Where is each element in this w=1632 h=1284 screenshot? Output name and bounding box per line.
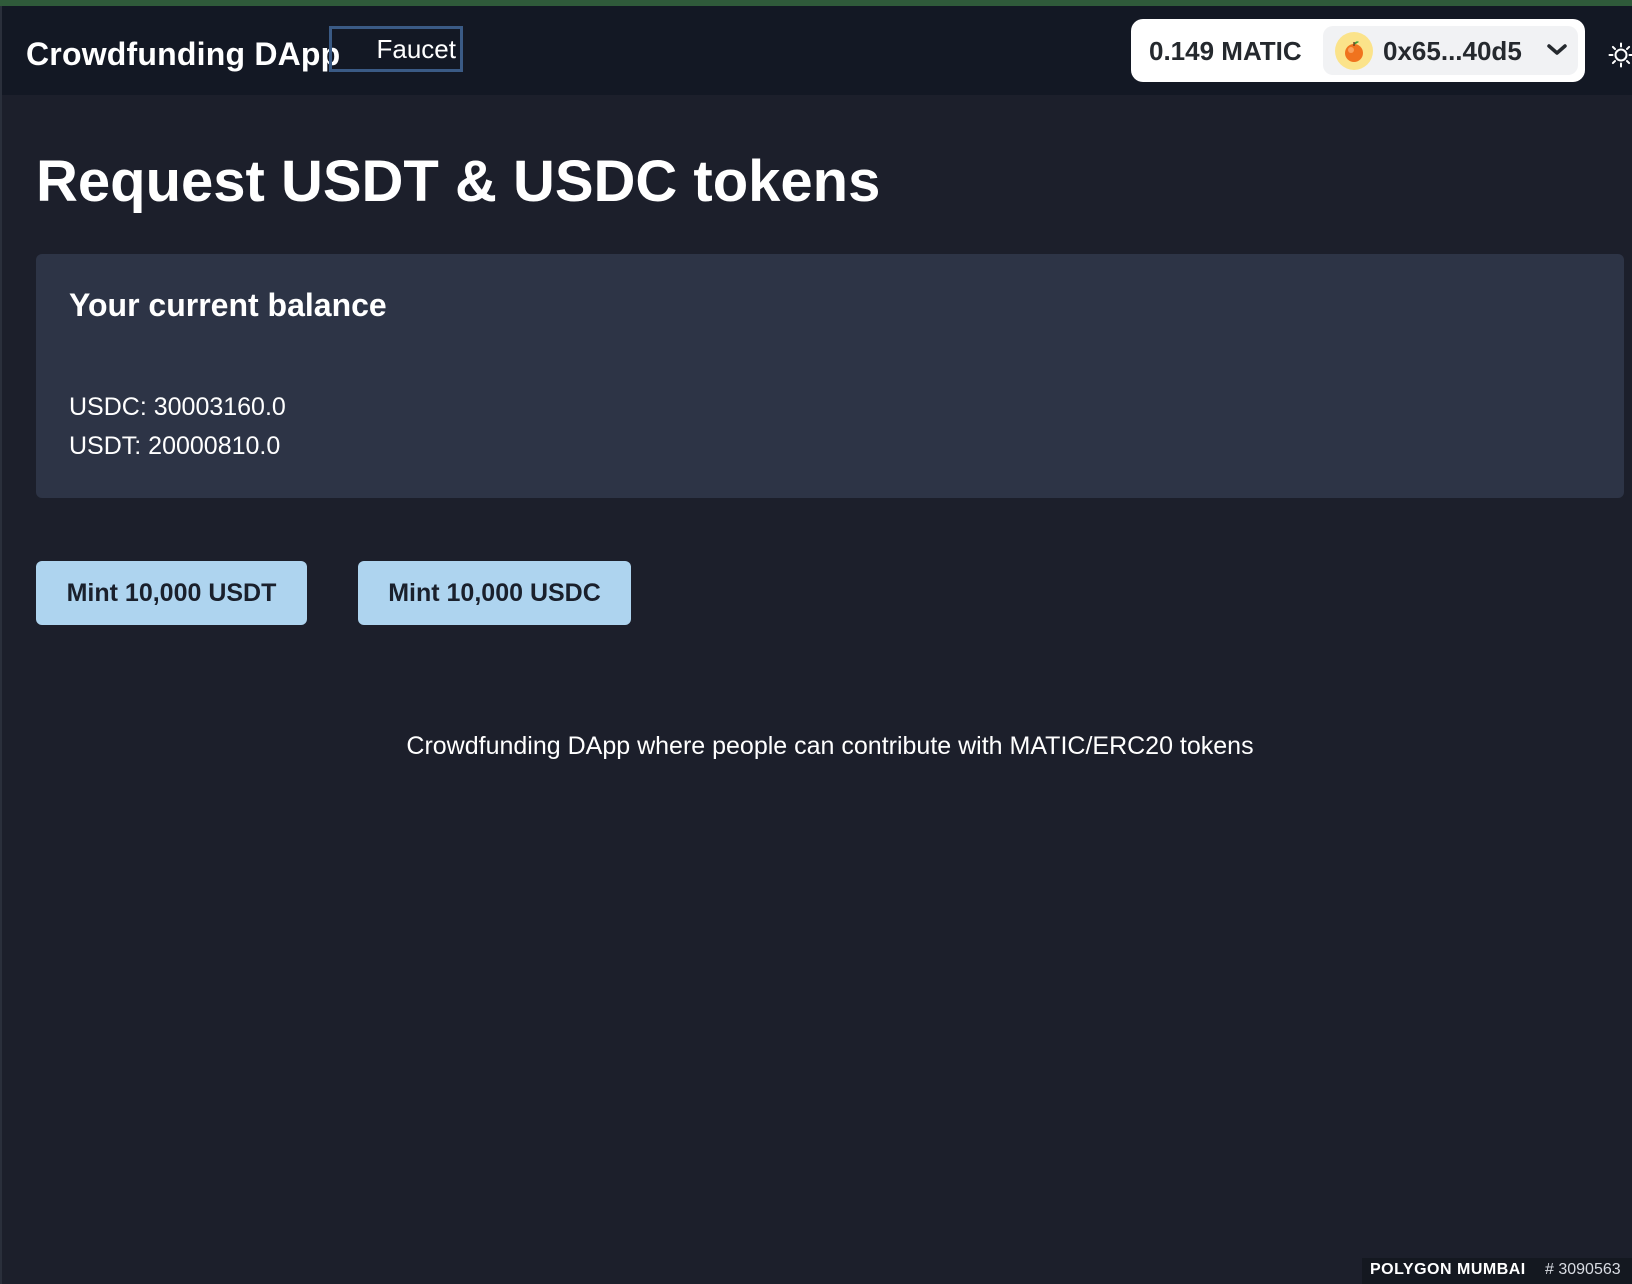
network-status-bar: POLYGON MUMBAI # 3090563 xyxy=(1362,1258,1632,1284)
usdt-balance: USDT: 20000810.0 xyxy=(69,432,281,460)
mint-usdt-button[interactable]: Mint 10,000 USDT xyxy=(36,561,307,625)
window-edge xyxy=(0,6,2,1284)
wallet-connect-pill: 0.149 MATIC 0x65...40d5 xyxy=(1131,19,1585,82)
balance-card: Your current balance USDC: 30003160.0 US… xyxy=(36,254,1624,498)
block-number: # 3090563 xyxy=(1545,1261,1621,1278)
brand-title[interactable]: Crowdfunding DApp xyxy=(26,36,340,73)
orange-emoji-icon xyxy=(1335,32,1373,70)
sun-icon[interactable] xyxy=(1608,42,1632,73)
account-button[interactable]: 0x65...40d5 xyxy=(1323,26,1578,75)
footer-description: Crowdfunding DApp where people can contr… xyxy=(406,732,1254,760)
page-title: Request USDT & USDC tokens xyxy=(36,149,881,214)
usdc-balance: USDC: 30003160.0 xyxy=(69,393,286,421)
nav-link-faucet[interactable]: Faucet xyxy=(329,26,463,72)
mint-usdc-button[interactable]: Mint 10,000 USDC xyxy=(358,561,631,625)
network-name: POLYGON MUMBAI xyxy=(1370,1261,1526,1278)
account-address: 0x65...40d5 xyxy=(1383,36,1522,66)
chevron-down-icon xyxy=(1546,40,1568,65)
navbar: Crowdfunding DApp Faucet 0.149 MATIC 0x6… xyxy=(2,6,1632,95)
balance-card-title: Your current balance xyxy=(69,287,387,323)
wallet-balance[interactable]: 0.149 MATIC xyxy=(1149,36,1302,67)
